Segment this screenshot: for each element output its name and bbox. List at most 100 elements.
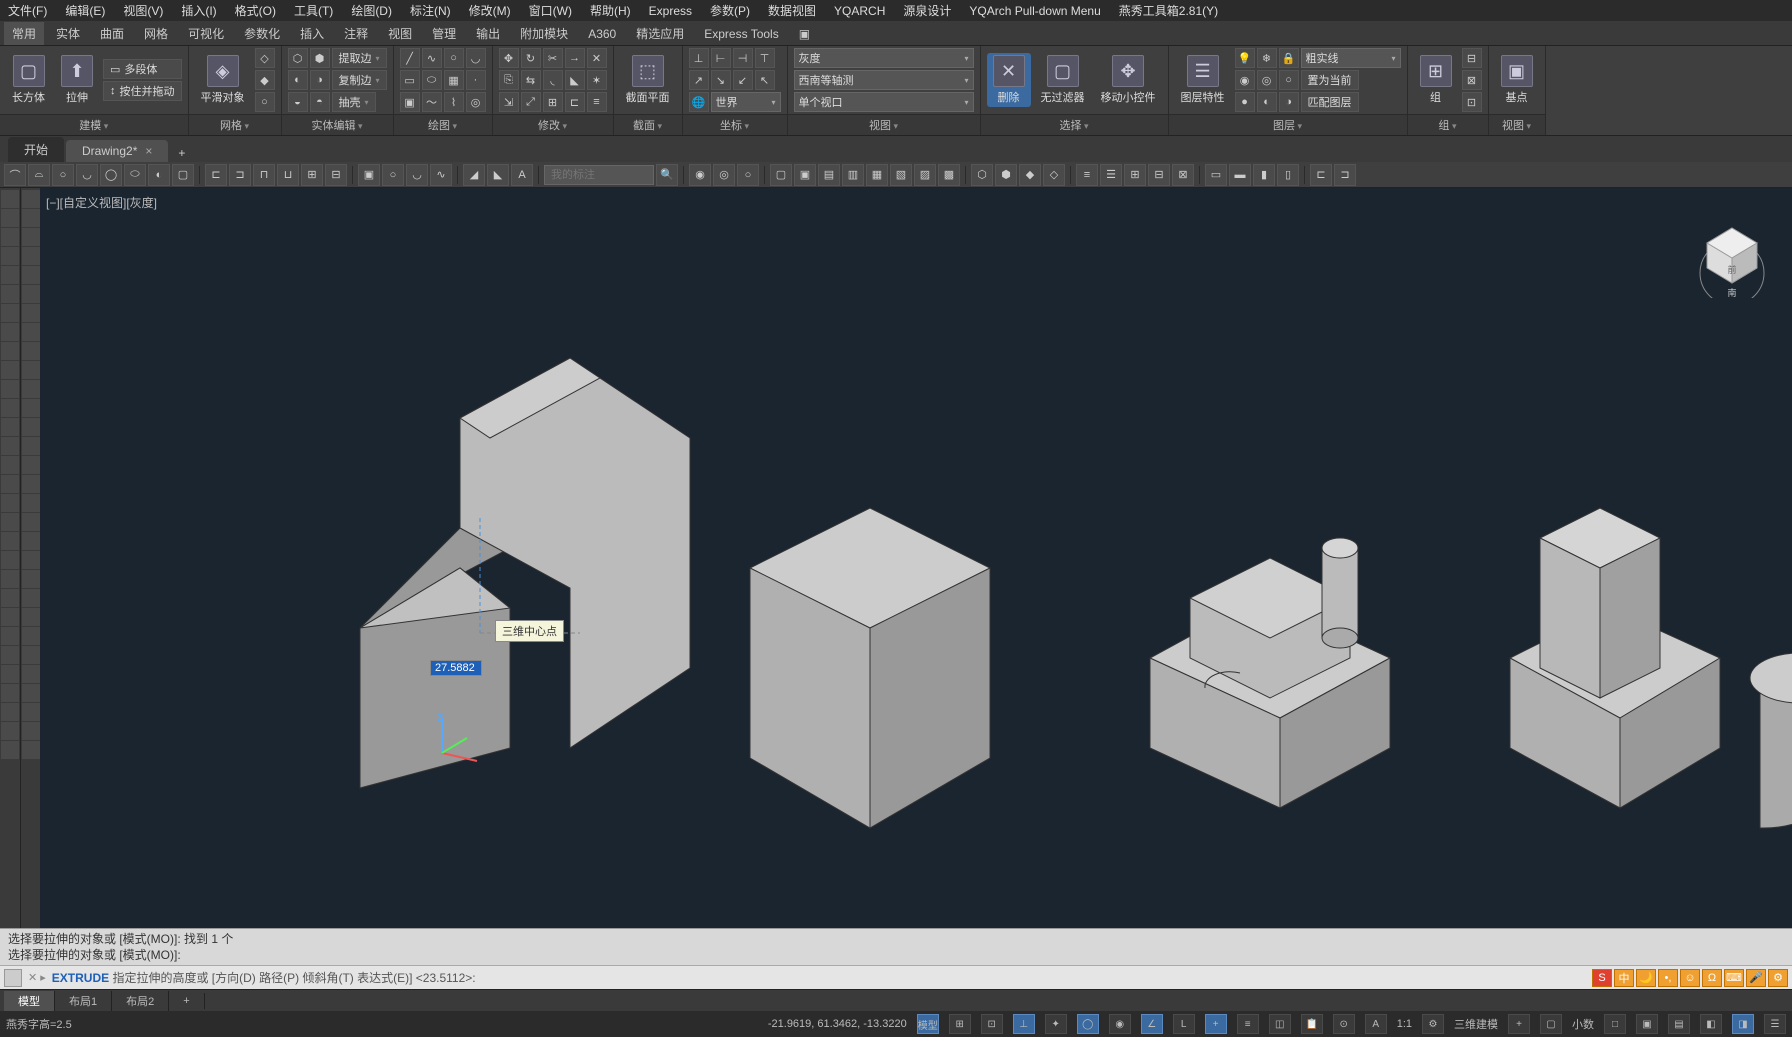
mod-align[interactable]: ≡ bbox=[587, 92, 607, 112]
st-32[interactable]: ▩ bbox=[938, 164, 960, 186]
sb-3dosnap[interactable]: ◉ bbox=[1109, 1014, 1131, 1034]
lt1-6[interactable] bbox=[1, 285, 19, 303]
tab-addins[interactable]: 附加模块 bbox=[512, 22, 576, 45]
sb-ducs[interactable]: L bbox=[1173, 1014, 1195, 1034]
lt2-6[interactable] bbox=[22, 285, 40, 303]
sb-ws-icon[interactable]: ⚙ bbox=[1422, 1014, 1444, 1034]
cmd-toggle-icon[interactable] bbox=[4, 969, 22, 987]
mod-rotate[interactable]: ↻ bbox=[521, 48, 541, 68]
panel-layer-label[interactable]: 图层 bbox=[1169, 114, 1407, 135]
tab-insert[interactable]: 插入 bbox=[292, 22, 332, 45]
lt1-30[interactable] bbox=[1, 741, 19, 759]
layer-t6[interactable]: ◑ bbox=[1279, 92, 1299, 112]
mod-array[interactable]: ⊞ bbox=[543, 92, 563, 112]
st-search-icon[interactable]: 🔍 bbox=[656, 164, 678, 186]
mod-scale[interactable]: ⤢ bbox=[521, 92, 541, 112]
st-22[interactable]: ◉ bbox=[689, 164, 711, 186]
draw-helix[interactable]: ⌇ bbox=[444, 92, 464, 112]
st-26[interactable]: ▣ bbox=[794, 164, 816, 186]
menu-insert[interactable]: 插入(I) bbox=[181, 2, 216, 19]
sb-sc[interactable]: ⊙ bbox=[1333, 1014, 1355, 1034]
draw-point[interactable]: · bbox=[466, 70, 486, 90]
lt1-1[interactable] bbox=[1, 190, 19, 208]
st-28[interactable]: ▥ bbox=[842, 164, 864, 186]
lt1-18[interactable] bbox=[1, 513, 19, 531]
menu-yqarch-pd[interactable]: YQArch Pull-down Menu bbox=[969, 4, 1100, 18]
ucs-2[interactable]: ⊢ bbox=[711, 48, 731, 68]
st-39[interactable]: ⊞ bbox=[1124, 164, 1146, 186]
group-button[interactable]: ⊞组 bbox=[1414, 53, 1458, 107]
ime-emoji-icon[interactable]: ☺ bbox=[1680, 969, 1700, 987]
mod-stretch[interactable]: ⇲ bbox=[499, 92, 519, 112]
menu-dimension[interactable]: 标注(N) bbox=[410, 2, 451, 19]
doc-tab-drawing2[interactable]: Drawing2*× bbox=[66, 140, 168, 162]
st-24[interactable]: ○ bbox=[737, 164, 759, 186]
st-25[interactable]: ▢ bbox=[770, 164, 792, 186]
st-35[interactable]: ◆ bbox=[1019, 164, 1041, 186]
st-7[interactable]: ◐ bbox=[148, 164, 170, 186]
layer-dropdown[interactable]: 粗实线▾ bbox=[1301, 48, 1401, 68]
lt2-11[interactable] bbox=[22, 380, 40, 398]
status-units[interactable]: 小数 bbox=[1572, 1016, 1594, 1032]
panel-mesh-label[interactable]: 网格 bbox=[189, 114, 281, 135]
ime-omega-icon[interactable]: Ω bbox=[1702, 969, 1722, 987]
st-9[interactable]: ⊏ bbox=[205, 164, 227, 186]
mod-erase[interactable]: ✕ bbox=[587, 48, 607, 68]
lt1-21[interactable] bbox=[1, 570, 19, 588]
sb-qp[interactable]: 📋 bbox=[1301, 1014, 1323, 1034]
st-33[interactable]: ⬡ bbox=[971, 164, 993, 186]
draw-line[interactable]: ╱ bbox=[400, 48, 420, 68]
status-model-toggle[interactable]: 模型 bbox=[917, 1014, 939, 1034]
ucs-3[interactable]: ⊣ bbox=[733, 48, 753, 68]
st-23[interactable]: ◎ bbox=[713, 164, 735, 186]
mod-move[interactable]: ✥ bbox=[499, 48, 519, 68]
lt2-28[interactable] bbox=[22, 703, 40, 721]
st-19[interactable]: ◢ bbox=[463, 164, 485, 186]
tab-featured[interactable]: 精选应用 bbox=[628, 22, 692, 45]
layer-t2[interactable]: ◎ bbox=[1257, 70, 1277, 90]
lt1-19[interactable] bbox=[1, 532, 19, 550]
ime-moon-icon[interactable]: 🌙 bbox=[1636, 969, 1656, 987]
lt2-24[interactable] bbox=[22, 627, 40, 645]
panel-section-label[interactable]: 截面 bbox=[614, 114, 682, 135]
panel-coord-label[interactable]: 坐标 bbox=[683, 114, 787, 135]
lt2-14[interactable] bbox=[22, 437, 40, 455]
ime-punc-icon[interactable]: •, bbox=[1658, 969, 1678, 987]
ucs-7[interactable]: ↙ bbox=[733, 70, 753, 90]
st-11[interactable]: ⊓ bbox=[253, 164, 275, 186]
ime-settings-icon[interactable]: ⚙ bbox=[1768, 969, 1788, 987]
sb-u5[interactable]: ◨ bbox=[1732, 1014, 1754, 1034]
mod-copy[interactable]: ⎘ bbox=[499, 70, 519, 90]
viewport[interactable]: [−][自定义视图][灰度] bbox=[40, 188, 1792, 928]
lt2-25[interactable] bbox=[22, 646, 40, 664]
lt2-4[interactable] bbox=[22, 247, 40, 265]
sb-mon[interactable]: ▢ bbox=[1540, 1014, 1562, 1034]
lt1-29[interactable] bbox=[1, 722, 19, 740]
st-13[interactable]: ⊞ bbox=[301, 164, 323, 186]
se-3[interactable]: ◐ bbox=[288, 70, 308, 90]
panel-modify-label[interactable]: 修改 bbox=[493, 114, 613, 135]
tab-mesh[interactable]: 网格 bbox=[136, 22, 176, 45]
st-44[interactable]: ▮ bbox=[1253, 164, 1275, 186]
lt1-16[interactable] bbox=[1, 475, 19, 493]
panel-view2-label[interactable]: 视图 bbox=[1489, 114, 1545, 135]
lt2-1[interactable] bbox=[22, 190, 40, 208]
lt1-26[interactable] bbox=[1, 665, 19, 683]
mod-fillet[interactable]: ◟ bbox=[543, 70, 563, 90]
grp-3[interactable]: ⊡ bbox=[1462, 92, 1482, 112]
lt2-16[interactable] bbox=[22, 475, 40, 493]
lt1-22[interactable] bbox=[1, 589, 19, 607]
menu-yuanquan[interactable]: 源泉设计 bbox=[903, 2, 951, 19]
tab-layout-new[interactable]: + bbox=[169, 993, 204, 1009]
layer-props-button[interactable]: ☰图层特性 bbox=[1175, 53, 1231, 107]
lt1-12[interactable] bbox=[1, 399, 19, 417]
lt2-5[interactable] bbox=[22, 266, 40, 284]
cmd-text[interactable]: EXTRUDE 指定拉伸的高度或 [方向(D) 路径(P) 倾斜角(T) 表达式… bbox=[52, 969, 1586, 986]
menu-view[interactable]: 视图(V) bbox=[123, 2, 163, 19]
lt1-5[interactable] bbox=[1, 266, 19, 284]
menu-draw[interactable]: 绘图(D) bbox=[351, 2, 392, 19]
lt2-21[interactable] bbox=[22, 570, 40, 588]
box-button[interactable]: ▢长方体 bbox=[6, 53, 51, 107]
st-47[interactable]: ⊐ bbox=[1334, 164, 1356, 186]
st-43[interactable]: ▬ bbox=[1229, 164, 1251, 186]
